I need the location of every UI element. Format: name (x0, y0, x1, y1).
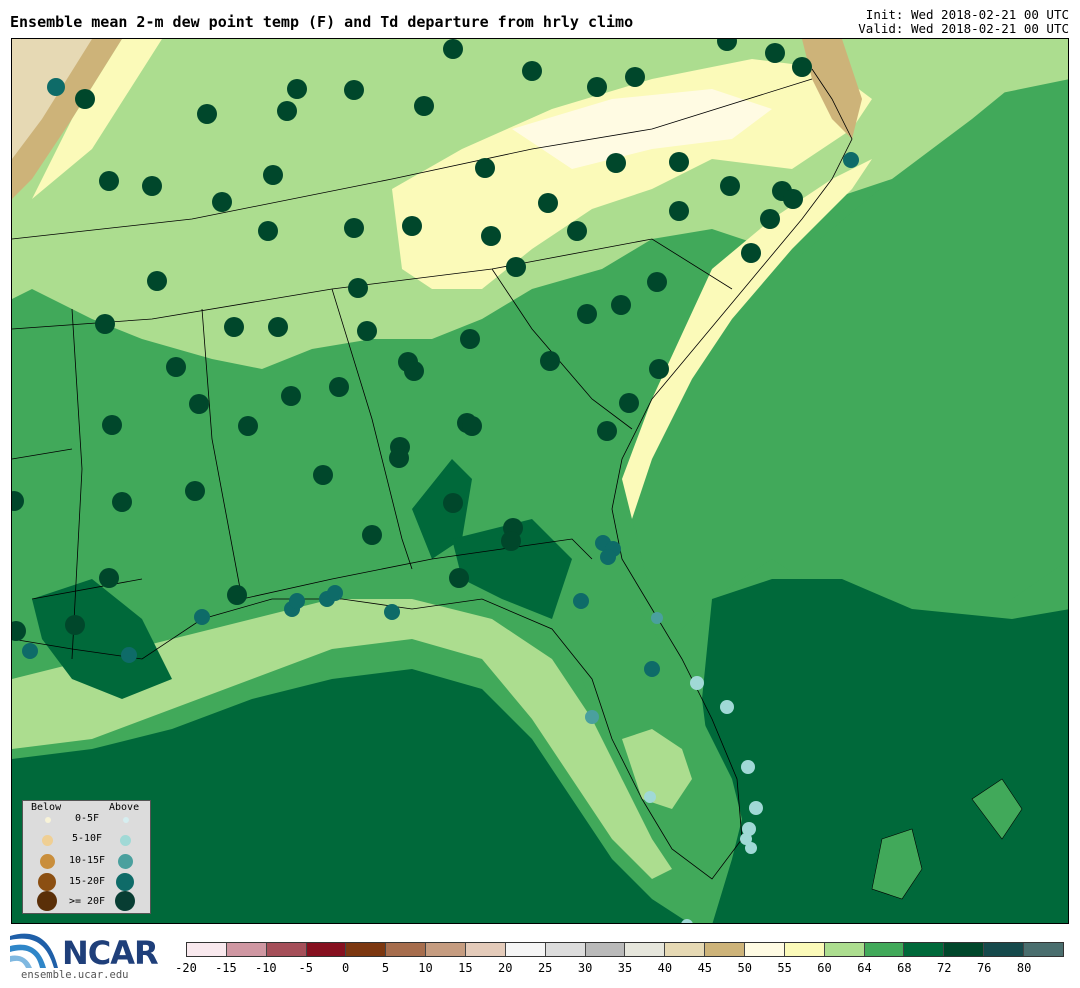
legend-row-label: 5-10F (71, 833, 103, 844)
legend-row: 10-15F (23, 852, 150, 872)
colorbar-tick-label: 80 (1016, 961, 1032, 975)
legend-row: 5-10F (23, 832, 150, 852)
colorbar-tick-label: 60 (817, 961, 832, 975)
legend-row: 0-5F (23, 813, 150, 833)
legend-above-dot (123, 817, 129, 823)
colorbar-segment (1024, 943, 1063, 956)
colorbar-tick-label: 72 (937, 961, 952, 975)
colorbar-tick-label: -5 (298, 961, 313, 975)
legend-below-dot (37, 891, 57, 911)
map-canvas (12, 39, 1068, 923)
colorbar-segment (984, 943, 1025, 956)
valid-time: Valid: Wed 2018-02-21 00 UTC (858, 21, 1069, 36)
colorbar-tick-label: 25 (537, 961, 553, 975)
colorbar-segment (824, 943, 865, 956)
legend-below-dot (40, 854, 55, 869)
colorbar-tick-label: 50 (737, 961, 752, 975)
colorbar-segment (625, 943, 666, 956)
legend-row-label: 10-15F (68, 855, 106, 866)
colorbar-segment (306, 943, 347, 956)
legend-above-dot (115, 891, 135, 911)
colorbar-tick-label: 40 (657, 961, 673, 975)
legend-below-header: Below (31, 802, 62, 813)
colorbar-tick-label: 68 (897, 961, 912, 975)
dewpoint-colorbar (186, 942, 1064, 957)
legend-row-label: 0-5F (74, 813, 100, 824)
colorbar-segment (745, 943, 785, 956)
legend-above-dot (120, 835, 131, 846)
legend-above-dot (118, 854, 133, 869)
colorbar-tick-label: 64 (857, 961, 872, 975)
colorbar-tick-label: 76 (976, 961, 992, 975)
colorbar-segment (944, 943, 985, 956)
colorbar-tick-label: 15 (458, 961, 473, 975)
legend-row-label: 15-20F (68, 876, 106, 887)
colorbar-tick-label: 45 (697, 961, 713, 975)
colorbar-segment (505, 943, 546, 956)
colorbar-segment (187, 943, 227, 956)
colorbar-segment (466, 943, 506, 956)
colorbar-segment (665, 943, 706, 956)
colorbar-tick-label: 55 (777, 961, 792, 975)
colorbar-segment (904, 943, 945, 956)
colorbar-tick-label: 30 (577, 961, 593, 975)
legend-row: 15-20F (23, 872, 150, 892)
legend-below-dot (38, 873, 56, 891)
legend-above-header: Above (109, 802, 140, 813)
legend-below-dot (42, 835, 53, 846)
colorbar-tick-label: 5 (381, 961, 390, 975)
colorbar-tick-label: -15 (215, 961, 237, 975)
colorbar-tick-label: 20 (498, 961, 513, 975)
legend-row: >= 20F (23, 891, 150, 911)
init-time: Init: Wed 2018-02-21 00 UTC (865, 7, 1069, 22)
colorbar-segment (585, 943, 626, 956)
legend-row-label: >= 20F (68, 896, 106, 907)
colorbar-segment (386, 943, 427, 956)
ensemble-url: ensemble.ucar.edu (21, 969, 129, 981)
legend-below-dot (45, 817, 51, 823)
dewpoint-map (11, 38, 1069, 924)
map-title: Ensemble mean 2-m dew point temp (F) and… (10, 13, 634, 31)
colorbar-segment (426, 943, 467, 956)
colorbar-tick-label: 35 (617, 961, 633, 975)
colorbar-tick-label: -10 (254, 961, 277, 975)
colorbar-tick-label: -20 (175, 961, 197, 975)
colorbar-segment (864, 943, 905, 956)
colorbar-tick-label: 0 (342, 961, 350, 975)
colorbar-segment (266, 943, 307, 956)
departure-legend: Below Above 0-5F 5-10F 10-15F 15-20F >= … (22, 800, 151, 914)
colorbar-segment (226, 943, 267, 956)
colorbar-tick-label: 10 (418, 961, 433, 975)
colorbar-segment (545, 943, 586, 956)
ncar-logo-text: NCAR (62, 934, 159, 972)
colorbar-segment (346, 943, 387, 956)
colorbar-segment (784, 943, 825, 956)
legend-above-dot (116, 873, 134, 891)
colorbar-segment (705, 943, 746, 956)
